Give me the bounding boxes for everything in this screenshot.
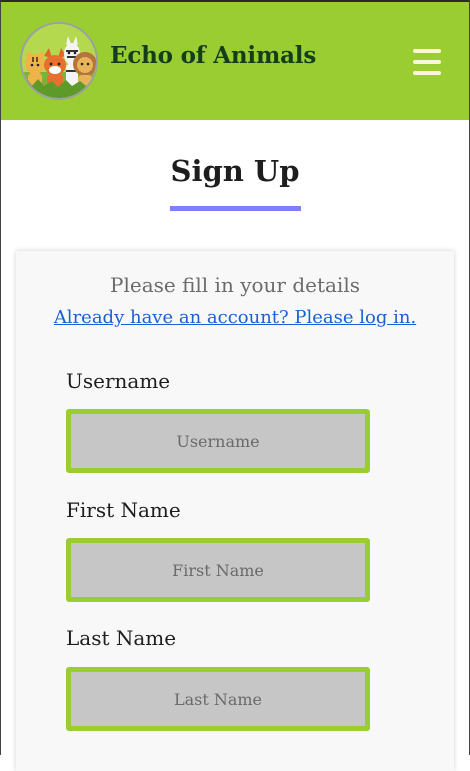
username-label: Username — [66, 369, 171, 393]
last-name-input[interactable] — [66, 667, 370, 731]
menu-bar — [413, 60, 441, 64]
animals-logo-icon[interactable] — [20, 22, 98, 100]
page-title: Sign Up — [170, 154, 300, 188]
top-navbar: Echo of Animals — [1, 2, 469, 120]
first-name-label: First Name — [66, 498, 181, 522]
login-link[interactable]: Already have an account? Please log in. — [1, 307, 469, 328]
username-input[interactable] — [66, 409, 370, 473]
last-name-label: Last Name — [66, 626, 177, 650]
menu-bar — [413, 49, 441, 53]
brand-name[interactable]: Echo of Animals — [110, 42, 316, 69]
hamburger-menu-icon[interactable] — [413, 49, 441, 75]
menu-bar — [413, 71, 441, 75]
form-intro-text: Please fill in your details — [110, 273, 360, 297]
title-underline — [170, 206, 301, 211]
first-name-input[interactable] — [66, 538, 370, 602]
